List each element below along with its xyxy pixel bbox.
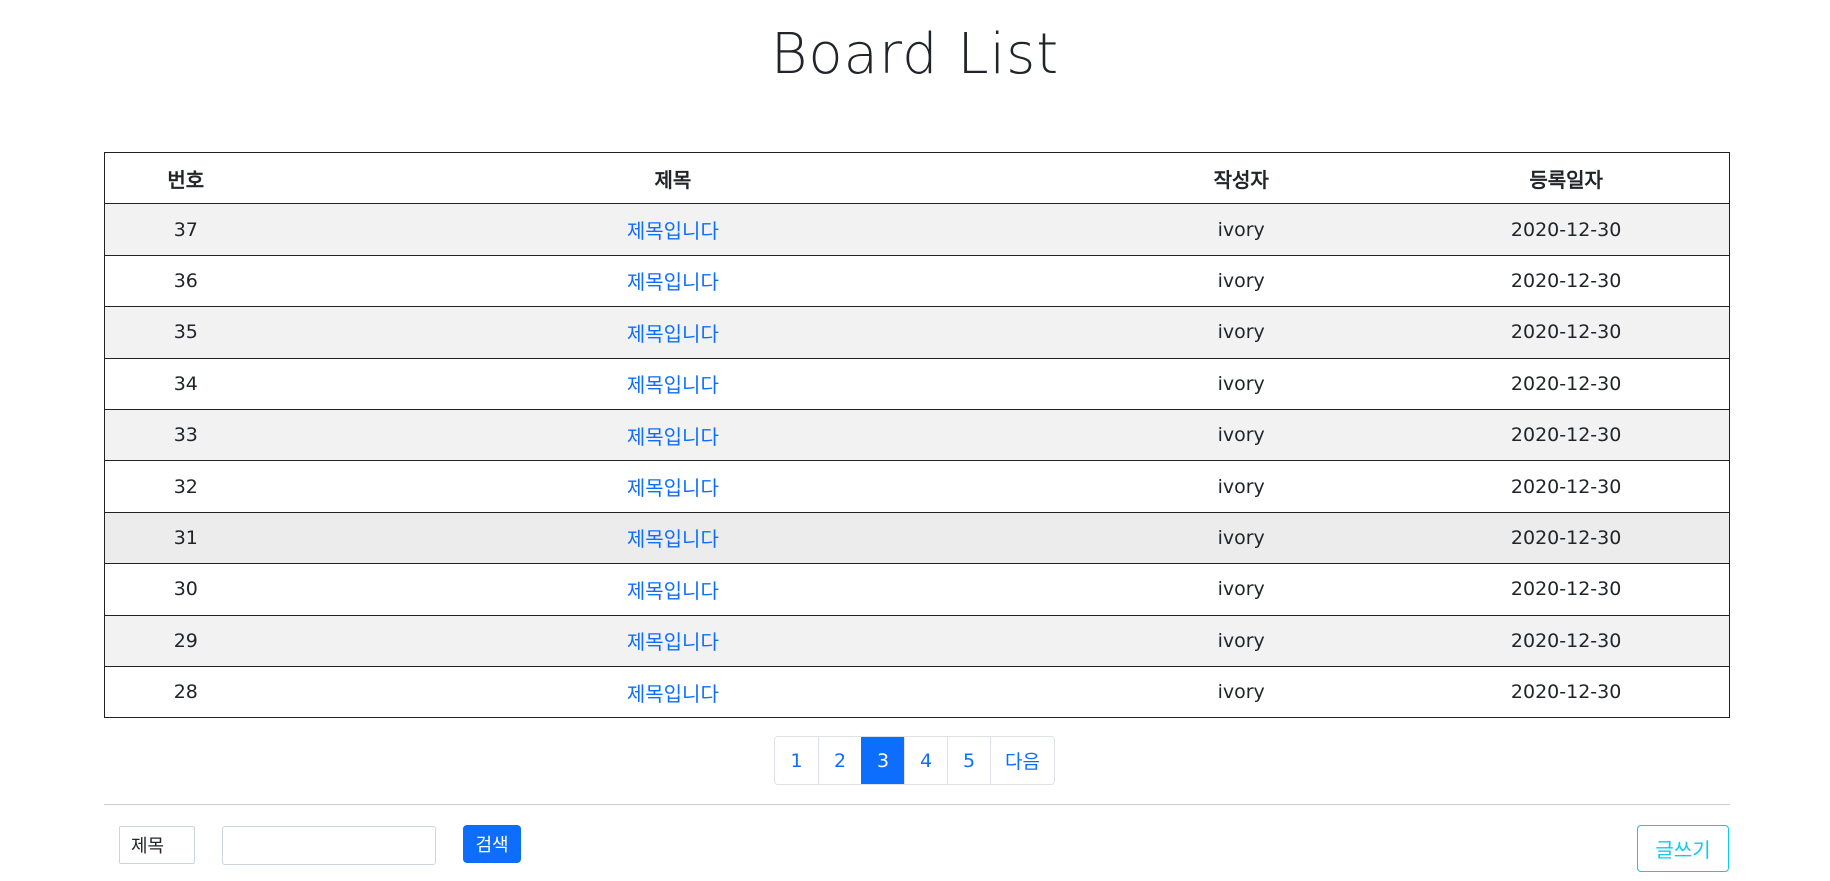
- row-writer: ivory: [1079, 563, 1404, 616]
- row-date: 2020-12-30: [1403, 460, 1730, 513]
- table-row: 30 제목입니다 ivory 2020-12-30: [104, 563, 1730, 616]
- table-row: 36 제목입니다 ivory 2020-12-30: [104, 254, 1730, 307]
- page-link-5[interactable]: 5: [947, 737, 990, 784]
- row-no: 29: [104, 614, 267, 667]
- row-title-link[interactable]: 제목입니다: [627, 219, 719, 243]
- row-date: 2020-12-30: [1403, 511, 1730, 564]
- row-writer: ivory: [1079, 357, 1404, 410]
- row-no: 36: [104, 254, 267, 307]
- row-date: 2020-12-30: [1403, 665, 1730, 718]
- row-title-cell: 제목입니다: [266, 357, 1080, 410]
- row-no: 35: [104, 306, 267, 359]
- row-title-cell: 제목입니다: [266, 511, 1080, 564]
- row-date: 2020-12-30: [1403, 563, 1730, 616]
- page-link-3-current[interactable]: 3: [861, 737, 904, 784]
- row-writer: ivory: [1079, 460, 1404, 513]
- table-header-row: 번호 제목 작성자 등록일자: [104, 151, 1730, 204]
- header-no: 번호: [104, 151, 267, 204]
- row-date: 2020-12-30: [1403, 306, 1730, 359]
- table-row: 32 제목입니다 ivory 2020-12-30: [104, 460, 1730, 513]
- row-no: 34: [104, 357, 267, 410]
- header-date: 등록일자: [1403, 151, 1730, 204]
- row-title-link[interactable]: 제목입니다: [627, 425, 719, 449]
- row-writer: ivory: [1079, 614, 1404, 667]
- row-date: 2020-12-30: [1403, 254, 1730, 307]
- search-field-select[interactable]: 제목: [119, 826, 195, 864]
- board-list-page: Board List 번호 제목 작성자 등록일자 37 제목입니다 ivory…: [0, 0, 1830, 881]
- search-button[interactable]: 검색: [463, 825, 521, 863]
- row-title-link[interactable]: 제목입니다: [627, 579, 719, 603]
- row-date: 2020-12-30: [1403, 614, 1730, 667]
- row-title-link[interactable]: 제목입니다: [627, 373, 719, 397]
- page-link-2[interactable]: 2: [818, 737, 861, 784]
- table-row: 29 제목입니다 ivory 2020-12-30: [104, 614, 1730, 667]
- page-link-4[interactable]: 4: [904, 737, 947, 784]
- row-title-link[interactable]: 제목입니다: [627, 682, 719, 706]
- board-table: 번호 제목 작성자 등록일자 37 제목입니다 ivory 2020-12-30…: [104, 151, 1730, 719]
- row-writer: ivory: [1079, 511, 1404, 564]
- header-writer: 작성자: [1079, 151, 1404, 204]
- row-writer: ivory: [1079, 254, 1404, 307]
- table-row: 33 제목입니다 ivory 2020-12-30: [104, 408, 1730, 461]
- row-title-cell: 제목입니다: [266, 614, 1080, 667]
- row-title-link[interactable]: 제목입니다: [627, 322, 719, 346]
- row-no: 33: [104, 408, 267, 461]
- row-title-cell: 제목입니다: [266, 563, 1080, 616]
- row-title-link[interactable]: 제목입니다: [627, 527, 719, 551]
- row-no: 32: [104, 460, 267, 513]
- row-no: 37: [104, 203, 267, 256]
- row-no: 30: [104, 563, 267, 616]
- row-date: 2020-12-30: [1403, 357, 1730, 410]
- page-title: Board List: [770, 22, 1060, 87]
- table-row: 34 제목입니다 ivory 2020-12-30: [104, 357, 1730, 410]
- row-date: 2020-12-30: [1403, 408, 1730, 461]
- row-title-cell: 제목입니다: [266, 306, 1080, 359]
- search-input[interactable]: [222, 826, 436, 865]
- page-next-link[interactable]: 다음: [990, 737, 1054, 784]
- row-date: 2020-12-30: [1403, 203, 1730, 256]
- row-title-link[interactable]: 제목입니다: [627, 476, 719, 500]
- header-title: 제목: [266, 151, 1080, 204]
- row-title-cell: 제목입니다: [266, 460, 1080, 513]
- table-row: 37 제목입니다 ivory 2020-12-30: [104, 203, 1730, 256]
- divider: [104, 804, 1730, 805]
- pagination: 1 2 3 4 5 다음: [774, 736, 1055, 785]
- write-post-button[interactable]: 글쓰기: [1637, 825, 1729, 872]
- table-row: 31 제목입니다 ivory 2020-12-30: [104, 511, 1730, 564]
- row-title-cell: 제목입니다: [266, 665, 1080, 718]
- row-writer: ivory: [1079, 306, 1404, 359]
- row-title-cell: 제목입니다: [266, 254, 1080, 307]
- row-no: 28: [104, 665, 267, 718]
- row-writer: ivory: [1079, 408, 1404, 461]
- row-title-cell: 제목입니다: [266, 203, 1080, 256]
- row-writer: ivory: [1079, 203, 1404, 256]
- page-link-1[interactable]: 1: [775, 737, 818, 784]
- row-title-cell: 제목입니다: [266, 408, 1080, 461]
- row-writer: ivory: [1079, 665, 1404, 718]
- row-title-link[interactable]: 제목입니다: [627, 630, 719, 654]
- row-no: 31: [104, 511, 267, 564]
- table-row: 35 제목입니다 ivory 2020-12-30: [104, 306, 1730, 359]
- table-row: 28 제목입니다 ivory 2020-12-30: [104, 665, 1730, 718]
- row-title-link[interactable]: 제목입니다: [627, 270, 719, 294]
